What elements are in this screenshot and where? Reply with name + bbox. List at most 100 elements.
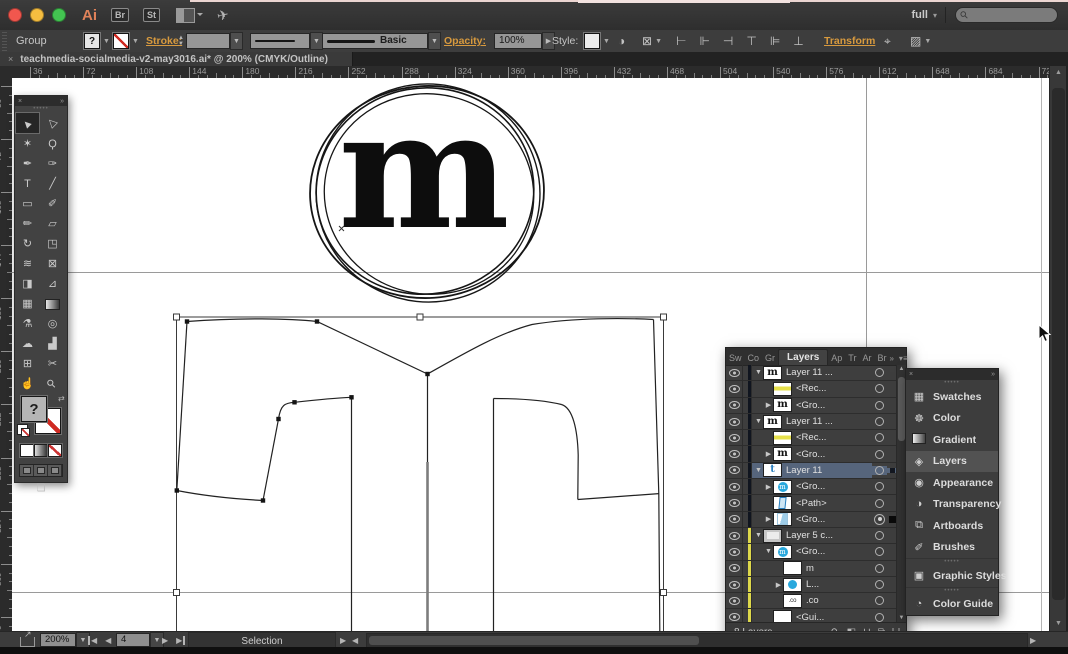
- visibility-cell[interactable]: [726, 381, 743, 396]
- disclosure-icon[interactable]: ▼: [754, 467, 763, 474]
- none-button[interactable]: [48, 444, 62, 457]
- layer-thumbnail[interactable]: [773, 447, 792, 461]
- layer-name[interactable]: <Gro...: [796, 514, 825, 525]
- layer-row-content[interactable]: ▶ L...: [752, 577, 872, 592]
- visibility-cell[interactable]: [726, 398, 743, 413]
- layer-name[interactable]: Layer 11 ...: [786, 367, 833, 378]
- layer-row[interactable]: ▶ L...: [726, 577, 897, 593]
- target-cell[interactable]: [872, 547, 887, 556]
- align-horizontal-right-icon[interactable]: ⊣: [723, 34, 733, 48]
- dock-item-transparency[interactable]: ◑Transparency: [906, 494, 998, 516]
- layer-row-content[interactable]: <Gui...: [752, 609, 872, 623]
- free-transform-icon[interactable]: ⌖: [884, 34, 891, 49]
- stroke-panel-link[interactable]: Stroke:: [146, 35, 182, 47]
- draw-inside-mode[interactable]: [48, 465, 62, 476]
- close-document-icon[interactable]: ×: [8, 54, 13, 64]
- layer-row-content[interactable]: ▼Layer 11 ...: [752, 414, 872, 429]
- gradient-tool[interactable]: [40, 294, 65, 314]
- layer-row-content[interactable]: <Rec...: [752, 381, 872, 396]
- v-scroll-up-icon[interactable]: ▲: [1050, 66, 1067, 80]
- target-icon[interactable]: [875, 466, 884, 475]
- fill-color-well[interactable]: ?: [21, 396, 47, 422]
- pen-tool[interactable]: ✒: [15, 154, 40, 174]
- layer-thumbnail[interactable]: [763, 415, 782, 429]
- tab-brushes[interactable]: Br: [874, 353, 889, 365]
- layer-name[interactable]: .co: [806, 595, 819, 606]
- layer-name[interactable]: <Gro...: [796, 400, 825, 411]
- target-cell[interactable]: [872, 450, 887, 459]
- direct-selection-tool[interactable]: ▷: [40, 112, 65, 132]
- layer-thumbnail[interactable]: [773, 496, 792, 510]
- target-icon[interactable]: [875, 450, 884, 459]
- layer-name[interactable]: Layer 5 c...: [786, 530, 833, 541]
- lasso-tool[interactable]: Ϙ: [40, 134, 65, 154]
- visibility-cell[interactable]: [726, 463, 743, 478]
- target-cell[interactable]: [872, 433, 887, 442]
- zoom-tool[interactable]: ⚲: [40, 374, 65, 394]
- tab-artboards[interactable]: Ar: [859, 353, 874, 365]
- line-segment-tool[interactable]: ╱: [40, 174, 65, 194]
- m-outline-path[interactable]: [177, 319, 660, 631]
- target-icon[interactable]: [875, 547, 884, 556]
- layer-name[interactable]: <Rec...: [796, 383, 826, 394]
- layer-name[interactable]: L...: [806, 579, 819, 590]
- layer-thumbnail[interactable]: [773, 545, 792, 559]
- tab-layers[interactable]: Layers: [778, 349, 828, 365]
- layer-thumbnail[interactable]: [773, 398, 792, 412]
- target-icon[interactable]: [875, 384, 884, 393]
- align-horizontal-center-icon[interactable]: ⊩: [699, 34, 709, 48]
- target-icon[interactable]: [875, 433, 884, 442]
- layer-row[interactable]: ▶<Gro...: [726, 398, 897, 414]
- layer-thumbnail[interactable]: [773, 512, 792, 526]
- stroke-weight-control[interactable]: ▲▼ ▼: [178, 30, 243, 52]
- eraser-tool[interactable]: ▱: [40, 214, 65, 234]
- layer-row[interactable]: <Rec...: [726, 430, 897, 446]
- layer-row[interactable]: <Gui...: [726, 609, 897, 623]
- hand-tool[interactable]: ☝: [15, 374, 40, 394]
- visibility-cell[interactable]: [726, 609, 743, 623]
- layer-row-content[interactable]: ▼ Layer 5 c...: [752, 528, 872, 543]
- tab-gradient[interactable]: Gr: [762, 353, 778, 365]
- dock-item-swatches[interactable]: ▦Swatches: [906, 386, 998, 408]
- eyedropper-tool[interactable]: ⚗: [15, 314, 40, 334]
- align-vertical-center-icon[interactable]: ⊫: [770, 34, 780, 48]
- target-icon[interactable]: [875, 417, 884, 426]
- target-cell[interactable]: [872, 417, 887, 426]
- layer-thumbnail[interactable]: [783, 561, 802, 575]
- layer-row-content[interactable]: <Path>: [752, 495, 872, 510]
- target-icon[interactable]: [875, 368, 884, 377]
- disclosure-icon[interactable]: ▼: [754, 369, 763, 376]
- disclosure-icon[interactable]: ▼: [754, 532, 763, 539]
- layer-thumbnail[interactable]: [763, 366, 782, 380]
- share-jet-icon[interactable]: ✈: [215, 5, 230, 24]
- search-input[interactable]: ⚲: [955, 7, 1058, 23]
- scale-tool[interactable]: ◳: [40, 234, 65, 254]
- target-cell[interactable]: [872, 368, 887, 377]
- target-cell[interactable]: [872, 384, 887, 393]
- visibility-cell[interactable]: [726, 544, 743, 559]
- layer-row[interactable]: ▶<Gro...: [726, 446, 897, 462]
- target-cell[interactable]: [872, 482, 887, 491]
- dock-item-artboards[interactable]: ⧉Artboards: [906, 515, 998, 537]
- layer-row-content[interactable]: ▼<Gro...: [752, 544, 872, 559]
- workspace-switcher[interactable]: full: [911, 9, 928, 21]
- target-cell[interactable]: [872, 531, 887, 540]
- target-icon[interactable]: [875, 531, 884, 540]
- target-cell[interactable]: [872, 613, 887, 622]
- gradient-button[interactable]: [34, 444, 48, 457]
- visibility-cell[interactable]: [726, 414, 743, 429]
- target-cell[interactable]: [872, 401, 887, 410]
- transform-panel-link[interactable]: Transform: [824, 35, 875, 47]
- layer-row[interactable]: ▼<Gro...: [726, 544, 897, 560]
- perspective-grid-tool[interactable]: ⊿: [40, 274, 65, 294]
- symbol-sprayer-tool[interactable]: ☁: [15, 334, 40, 354]
- opacity-control[interactable]: 100% ▶: [494, 30, 555, 52]
- logo-letter[interactable]: m: [338, 78, 509, 266]
- disclosure-icon[interactable]: ▶: [774, 581, 783, 589]
- layer-thumbnail[interactable]: [783, 578, 802, 592]
- target-icon[interactable]: [875, 596, 884, 605]
- column-graph-tool[interactable]: ▟: [40, 334, 65, 354]
- layer-row[interactable]: ▼ Layer 5 c...: [726, 528, 897, 544]
- align-vertical-bottom-icon[interactable]: ⊥: [793, 34, 803, 48]
- blend-tool[interactable]: ◎: [40, 314, 65, 334]
